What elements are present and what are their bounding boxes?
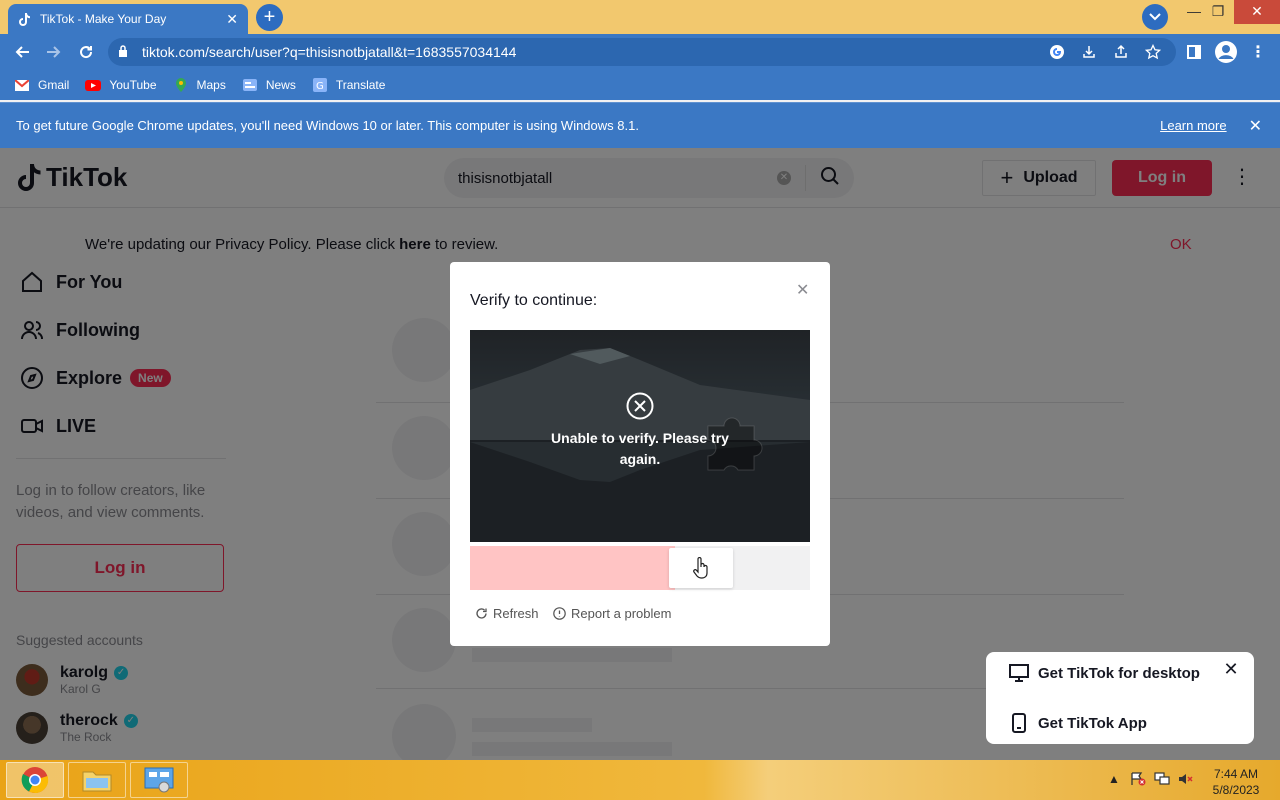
browser-toolbar: tiktok.com/search/user?q=thisisnotbjatal… [0, 34, 1280, 70]
address-bar[interactable]: tiktok.com/search/user?q=thisisnotbjatal… [108, 38, 1176, 66]
volume-muted-icon[interactable] [1178, 772, 1194, 789]
captcha-close-icon[interactable]: ✕ [796, 280, 809, 300]
get-app-button[interactable]: Get TikTok App [1008, 712, 1147, 734]
captcha-error-text: Unable to verify. Please try again. [551, 430, 729, 467]
bookmark-star-icon[interactable] [1142, 41, 1164, 63]
info-circle-icon [552, 607, 566, 621]
bookmark-youtube[interactable]: YouTube [85, 78, 157, 92]
get-desktop-label: Get TikTok for desktop [1038, 664, 1200, 682]
folder-icon [82, 771, 112, 792]
bookmark-label: Translate [335, 78, 386, 92]
system-clock[interactable]: 7:44 AM 5/8/2023 [1204, 766, 1268, 798]
infobar-message: To get future Google Chrome updates, you… [16, 118, 639, 133]
bookmark-label: Gmail [38, 78, 70, 92]
bookmark-label: News [265, 78, 296, 92]
side-panel-icon [1187, 45, 1201, 59]
get-app-label: Get TikTok App [1038, 714, 1147, 732]
captcha-image: Unable to verify. Please try again. [470, 330, 810, 542]
report-problem-button[interactable]: Report a problem [552, 606, 671, 621]
bookmark-label: YouTube [109, 78, 157, 92]
clock-date: 5/8/2023 [1212, 783, 1260, 797]
windows-taskbar: ▲ 7:44 AM 5/8/2023 [0, 760, 1280, 800]
tab-title: TikTok - Make Your Day [40, 12, 167, 26]
profile-avatar-icon [1215, 41, 1237, 63]
taskbar-explorer-button[interactable] [68, 762, 126, 798]
update-infobar: To get future Google Chrome updates, you… [0, 102, 1280, 148]
bookmarks-bar: Gmail YouTube Maps News G Translate [0, 70, 1280, 100]
side-panel-button[interactable] [1182, 40, 1206, 64]
maps-icon [173, 78, 189, 92]
restore-button[interactable]: ❐ [1200, 0, 1236, 24]
tab-search-button[interactable] [1142, 4, 1168, 30]
new-tab-button[interactable]: + [256, 4, 283, 31]
bookmark-maps[interactable]: Maps [173, 78, 226, 92]
slider-handle[interactable] [669, 548, 733, 588]
refresh-icon [474, 607, 488, 621]
window-close-button[interactable]: ✕ [1234, 0, 1280, 24]
desktop-icon [1008, 662, 1030, 684]
taskbar-chrome-button[interactable] [6, 762, 64, 798]
chrome-menu-button[interactable]: ⋮ [1246, 40, 1270, 64]
learn-more-link[interactable]: Learn more [1160, 118, 1226, 133]
arrow-right-icon [47, 46, 61, 58]
control-panel-icon [144, 767, 174, 793]
bookmark-label: Maps [196, 78, 226, 92]
install-icon[interactable] [1078, 41, 1100, 63]
kebab-menu-icon: ⋮ [1250, 44, 1266, 61]
get-tiktok-panel: Get TikTok for desktop ✕ Get TikTok App [986, 652, 1254, 744]
refresh-label: Refresh [493, 606, 539, 621]
taskbar-control-panel-button[interactable] [130, 762, 188, 798]
reload-icon [80, 46, 93, 59]
forward-button[interactable] [42, 40, 66, 64]
hand-cursor-icon [693, 557, 708, 579]
gmail-icon [14, 78, 30, 92]
clock-time: 7:44 AM [1213, 767, 1259, 781]
tab-strip: TikTok - Make Your Day ✕ + — ❐ ✕ [0, 0, 1280, 34]
tray-expand-icon[interactable]: ▲ [1108, 772, 1120, 786]
tab-tiktok[interactable]: TikTok - Make Your Day ✕ [8, 4, 248, 34]
google-lens-icon[interactable] [1046, 41, 1068, 63]
error-circle-icon [626, 392, 654, 420]
translate-icon: G [312, 78, 328, 92]
tiktok-favicon-icon [18, 12, 32, 26]
network-icon[interactable] [1154, 772, 1170, 789]
news-icon [242, 78, 258, 92]
arrow-left-icon [15, 46, 29, 58]
captcha-modal: Verify to continue: ✕ Unable to verify. … [450, 262, 830, 646]
chevron-down-icon [1149, 13, 1161, 21]
refresh-button[interactable]: Refresh [474, 606, 539, 621]
lock-icon [118, 44, 132, 60]
bookmark-news[interactable]: News [242, 78, 296, 92]
infobar-close-icon[interactable]: ✕ [1249, 116, 1262, 136]
bookmark-translate[interactable]: G Translate [312, 78, 386, 92]
action-center-flag-icon[interactable] [1130, 772, 1146, 789]
get-desktop-button[interactable]: Get TikTok for desktop [1008, 662, 1200, 684]
captcha-slider[interactable] [470, 546, 810, 590]
get-panel-close-icon[interactable]: ✕ [1222, 660, 1240, 678]
reload-button[interactable] [74, 40, 98, 64]
back-button[interactable] [10, 40, 34, 64]
svg-text:G: G [316, 81, 324, 92]
youtube-icon [85, 78, 102, 92]
phone-icon [1008, 712, 1030, 734]
report-problem-label: Report a problem [571, 606, 672, 621]
profile-button[interactable] [1214, 40, 1238, 64]
chrome-icon [21, 767, 49, 794]
bookmark-gmail[interactable]: Gmail [14, 78, 69, 92]
slider-fill [470, 546, 675, 590]
url-text: tiktok.com/search/user?q=thisisnotbjatal… [142, 44, 517, 60]
share-icon[interactable] [1110, 41, 1132, 63]
captcha-title: Verify to continue: [470, 292, 598, 309]
tab-close-icon[interactable]: ✕ [226, 11, 238, 28]
